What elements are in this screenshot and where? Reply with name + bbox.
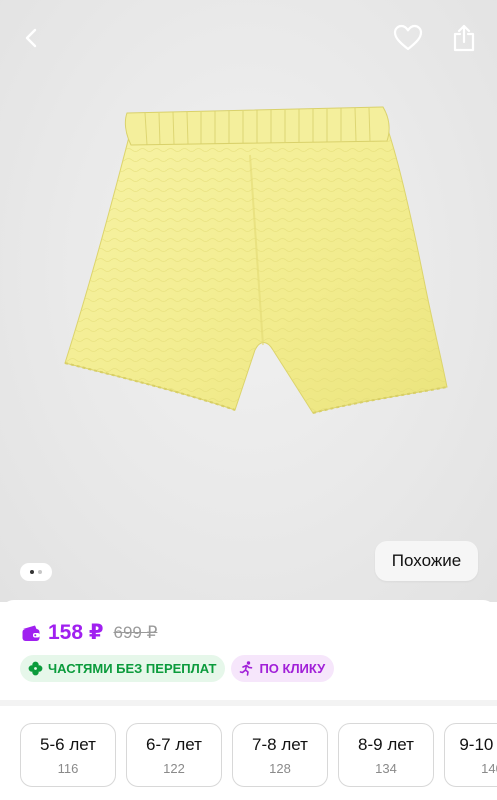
size-height: 122 <box>163 760 185 776</box>
installments-badge[interactable]: ЧАСТЯМИ БЕЗ ПЕРЕПЛАТ <box>20 655 226 682</box>
current-price: 158 ₽ <box>48 621 104 644</box>
back-button[interactable] <box>14 20 50 56</box>
section-divider <box>0 700 497 706</box>
size-option[interactable]: 9-10 лет 140 <box>444 723 497 787</box>
size-height: 134 <box>375 760 397 776</box>
product-info-card: 158 ₽ 699 ₽ ЧАСТЯМИ БЕЗ ПЕРЕПЛАТ ПО КЛИК… <box>0 600 497 800</box>
yellow-shorts-image <box>64 106 448 414</box>
favorite-button[interactable] <box>390 20 426 56</box>
one-click-badge-label: ПО КЛИКУ <box>259 661 326 676</box>
promo-badges: ЧАСТЯМИ БЕЗ ПЕРЕПЛАТ ПО КЛИКУ <box>20 655 335 682</box>
wallet-icon <box>22 625 40 641</box>
size-selector: 5-6 лет 116 6-7 лет 122 7-8 лет 128 8-9 … <box>20 723 497 787</box>
size-option[interactable]: 6-7 лет 122 <box>126 723 222 787</box>
size-height: 140 <box>481 760 497 776</box>
price-row: 158 ₽ 699 ₽ <box>21 620 157 645</box>
one-click-badge[interactable]: ПО КЛИКУ <box>231 655 335 682</box>
installments-badge-label: ЧАСТЯМИ БЕЗ ПЕРЕПЛАТ <box>48 661 217 676</box>
clover-icon <box>28 661 43 676</box>
size-label: 5-6 лет <box>40 734 96 754</box>
size-height: 128 <box>269 760 291 776</box>
size-option[interactable]: 7-8 лет 128 <box>232 723 328 787</box>
size-label: 8-9 лет <box>358 734 414 754</box>
pager-dot <box>38 570 42 574</box>
pager-dot-active <box>30 570 34 574</box>
old-price: 699 ₽ <box>113 622 158 642</box>
size-option[interactable]: 5-6 лет 116 <box>20 723 116 787</box>
share-icon <box>453 24 475 52</box>
product-photo-gallery[interactable]: Похожие <box>0 0 497 602</box>
image-pager <box>20 563 52 581</box>
size-label: 7-8 лет <box>252 734 308 754</box>
similar-button[interactable]: Похожие <box>375 541 478 581</box>
size-label: 6-7 лет <box>146 734 202 754</box>
chevron-left-icon <box>25 28 37 48</box>
size-label: 9-10 лет <box>459 734 497 754</box>
size-height: 116 <box>57 760 79 776</box>
product-page: Похожие 158 ₽ 699 ₽ ЧАСТЯМИ БЕЗ ПЕРЕПЛАТ… <box>0 0 497 800</box>
running-person-icon <box>240 661 253 676</box>
size-option[interactable]: 8-9 лет 134 <box>338 723 434 787</box>
share-button[interactable] <box>446 20 482 56</box>
heart-outline-icon <box>393 24 423 51</box>
